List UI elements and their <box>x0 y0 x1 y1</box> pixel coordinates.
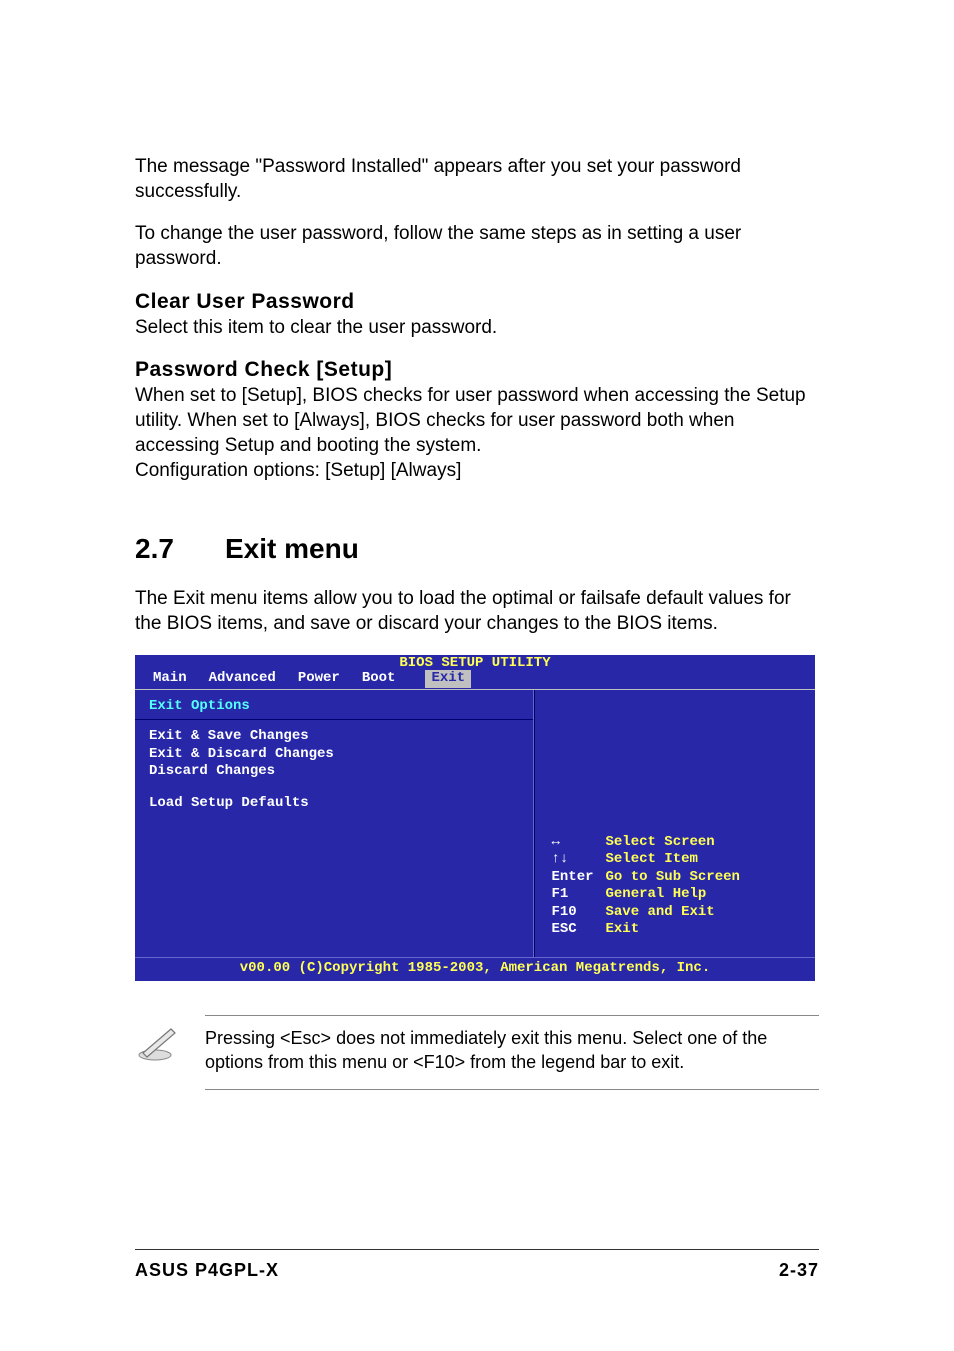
exit-intro: The Exit menu items allow you to load th… <box>135 587 819 636</box>
section-title: Exit menu <box>225 533 359 564</box>
bios-tab-advanced[interactable]: Advanced <box>209 670 298 688</box>
help-key-f10: F10 <box>551 904 605 922</box>
password-check-text: When set to [Setup], BIOS checks for use… <box>135 384 819 458</box>
bios-help-panel: ↔Select Screen ↑↓Select Item EnterGo to … <box>534 690 815 957</box>
footer-model: ASUS P4GPL-X <box>135 1260 279 1281</box>
password-check-heading: Password Check [Setup] <box>135 358 819 382</box>
bios-menu-item-defaults[interactable]: Load Setup Defaults <box>149 795 519 813</box>
clear-password-heading: Clear User Password <box>135 290 819 314</box>
password-check-config: Configuration options: [Setup] [Always] <box>135 459 819 484</box>
bios-tab-exit[interactable]: Exit <box>425 670 471 688</box>
bios-menu-title: Exit Options <box>149 698 519 716</box>
note-icon <box>135 1015 179 1090</box>
page-footer: ASUS P4GPL-X 2-37 <box>135 1249 819 1281</box>
help-desc-select-screen: Select Screen <box>605 834 714 852</box>
bios-menu-item-save[interactable]: Exit & Save Changes <box>149 728 519 746</box>
help-key-esc: ESC <box>551 921 605 939</box>
help-key-arrows-lr: ↔ <box>551 834 605 852</box>
clear-password-text: Select this item to clear the user passw… <box>135 316 819 341</box>
section-heading: 2.7Exit menu <box>135 533 819 565</box>
section-number: 2.7 <box>135 533 225 565</box>
bios-screenshot: BIOS SETUP UTILITY Main Advanced Power B… <box>135 655 815 982</box>
help-desc-save-exit: Save and Exit <box>605 904 714 922</box>
help-key-arrows-ud: ↑↓ <box>551 851 605 869</box>
help-desc-help: General Help <box>605 886 706 904</box>
bios-menu-panel: Exit Options Exit & Save Changes Exit & … <box>135 690 534 957</box>
intro-paragraph-1: The message "Password Installed" appears… <box>135 155 819 204</box>
footer-page-number: 2-37 <box>779 1260 819 1281</box>
bios-tab-power[interactable]: Power <box>298 670 362 688</box>
help-desc-select-item: Select Item <box>605 851 697 869</box>
bios-footer: v00.00 (C)Copyright 1985-2003, American … <box>135 957 815 982</box>
bios-menu-item-discard[interactable]: Discard Changes <box>149 763 519 781</box>
help-desc-exit: Exit <box>605 921 639 939</box>
bios-tab-main[interactable]: Main <box>153 670 209 688</box>
help-key-f1: F1 <box>551 886 605 904</box>
bios-tab-boot[interactable]: Boot <box>362 670 418 688</box>
note-block: Pressing <Esc> does not immediately exit… <box>135 1015 819 1090</box>
bios-tab-bar: Main Advanced Power Boot Exit <box>153 670 471 688</box>
help-desc-subscreen: Go to Sub Screen <box>605 869 739 887</box>
bios-menu-item-discard-exit[interactable]: Exit & Discard Changes <box>149 746 519 764</box>
intro-paragraph-2: To change the user password, follow the … <box>135 222 819 271</box>
note-text: Pressing <Esc> does not immediately exit… <box>205 1026 819 1075</box>
help-key-enter: Enter <box>551 869 605 887</box>
